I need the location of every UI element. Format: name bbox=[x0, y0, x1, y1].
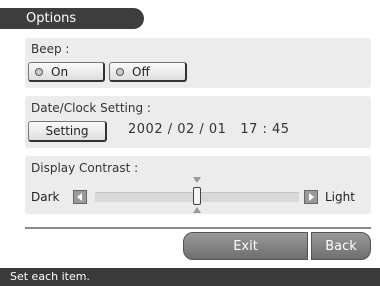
date-setting-button[interactable]: Setting bbox=[28, 121, 107, 142]
increase-contrast-button[interactable] bbox=[304, 190, 318, 204]
beep-on-label: On bbox=[51, 64, 69, 79]
beep-label: Beep : bbox=[31, 42, 70, 56]
beep-panel: Beep : On Off bbox=[25, 38, 371, 88]
date-clock-panel: Date/Clock Setting : Setting 2002 / 02 /… bbox=[25, 96, 371, 148]
arrow-right-icon bbox=[309, 193, 314, 201]
date-time-display: 2002 / 02 / 01 17 : 45 bbox=[128, 122, 290, 137]
decrease-contrast-button[interactable] bbox=[73, 190, 87, 204]
contrast-slider-thumb[interactable] bbox=[193, 187, 201, 205]
beep-off-label: Off bbox=[132, 64, 150, 79]
center-marker-top-icon bbox=[193, 177, 201, 183]
radio-indicator-icon bbox=[35, 67, 43, 76]
status-bar: Set each item. bbox=[0, 268, 380, 286]
radio-indicator-icon bbox=[116, 67, 124, 76]
footer-divider bbox=[25, 227, 371, 229]
beep-off-button[interactable]: Off bbox=[109, 62, 187, 82]
arrow-left-icon bbox=[77, 193, 82, 201]
center-marker-bottom-icon bbox=[193, 207, 201, 213]
light-label: Light bbox=[325, 190, 355, 204]
exit-button[interactable]: Exit bbox=[183, 232, 308, 260]
dark-label: Dark bbox=[31, 190, 60, 204]
beep-on-button[interactable]: On bbox=[28, 62, 105, 82]
window-title: Options bbox=[0, 8, 144, 29]
date-clock-label: Date/Clock Setting : bbox=[31, 101, 151, 115]
display-contrast-panel: Display Contrast : Dark Light bbox=[25, 156, 371, 214]
display-contrast-label: Display Contrast : bbox=[31, 161, 139, 175]
back-button[interactable]: Back bbox=[311, 232, 371, 260]
